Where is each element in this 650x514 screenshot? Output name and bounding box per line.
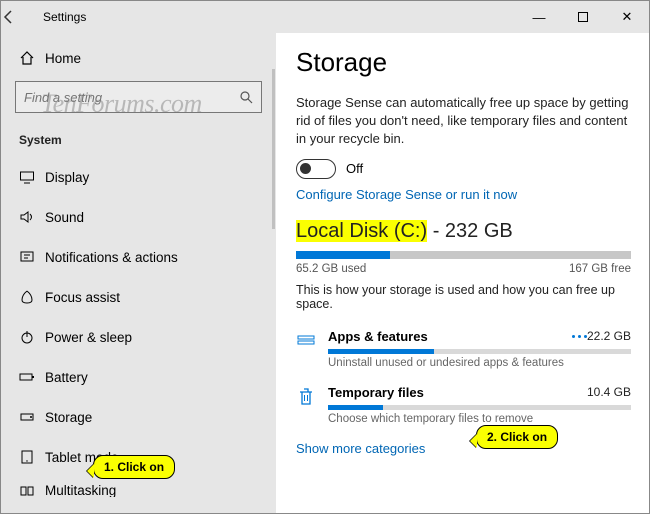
tablet-icon <box>19 449 45 465</box>
sidebar-home-label: Home <box>45 51 81 66</box>
sidebar-item-sound[interactable]: Sound <box>1 197 276 237</box>
sidebar-item-storage[interactable]: Storage <box>1 397 276 437</box>
category-hint: Uninstall unused or undesired apps & fea… <box>328 357 631 369</box>
loading-indicator <box>572 335 587 338</box>
sidebar-item-battery[interactable]: Battery <box>1 357 276 397</box>
notifications-icon <box>19 249 45 265</box>
power-icon <box>19 329 45 345</box>
disk-usage-fill <box>296 251 390 259</box>
sidebar-item-display[interactable]: Display <box>1 157 276 197</box>
disk-used-label: 65.2 GB used <box>296 263 366 275</box>
storage-sense-description: Storage Sense can automatically free up … <box>296 94 631 149</box>
trash-icon <box>296 385 328 407</box>
toggle-label: Off <box>346 161 363 176</box>
disk-total: 232 GB <box>445 220 513 242</box>
sidebar-item-label: Multitasking <box>45 483 116 497</box>
sound-icon <box>19 209 45 225</box>
close-button[interactable]: ✕ <box>605 1 649 33</box>
sidebar: Home System Display Sound Notifications … <box>1 33 276 513</box>
category-hint: Choose which temporary files to remove <box>328 413 631 425</box>
sidebar-item-power-sleep[interactable]: Power & sleep <box>1 317 276 357</box>
maximize-button[interactable] <box>561 1 605 33</box>
search-input[interactable] <box>24 90 239 105</box>
category-apps-features[interactable]: Apps & features 22.2 GB Uninstall unused… <box>296 323 631 379</box>
storage-sense-toggle[interactable] <box>296 159 336 179</box>
category-bar <box>328 405 631 410</box>
focus-assist-icon <box>19 289 45 305</box>
disk-name: Local Disk (C:) <box>296 220 427 242</box>
annotation-callout-2: 2. Click on <box>476 425 558 449</box>
back-button[interactable] <box>1 9 43 25</box>
sidebar-item-label: Storage <box>45 410 92 425</box>
multitasking-icon <box>19 483 45 497</box>
search-icon <box>239 90 253 104</box>
search-box[interactable] <box>15 81 262 113</box>
category-temporary-files[interactable]: Temporary files 10.4 GB Choose which tem… <box>296 379 631 435</box>
sidebar-item-multitasking[interactable]: Multitasking <box>1 477 276 497</box>
sidebar-home[interactable]: Home <box>1 39 276 77</box>
battery-icon <box>19 369 45 385</box>
sidebar-item-label: Notifications & actions <box>45 250 178 265</box>
category-size: 22.2 GB <box>587 329 631 343</box>
scrollbar-thumb[interactable] <box>272 69 275 229</box>
sidebar-item-label: Display <box>45 170 89 185</box>
disk-separator: - <box>433 220 445 242</box>
disk-usage-bar <box>296 251 631 259</box>
display-icon <box>19 169 45 185</box>
category-bar <box>328 349 631 354</box>
annotation-callout-1: 1. Click on <box>93 455 175 479</box>
sidebar-item-label: Battery <box>45 370 88 385</box>
category-name: Temporary files <box>328 385 587 400</box>
category-name: Apps & features <box>328 329 562 344</box>
sidebar-item-notifications[interactable]: Notifications & actions <box>1 237 276 277</box>
page-heading: Storage <box>296 47 631 78</box>
disk-title: Local Disk (C:) - 232 GB <box>296 220 631 243</box>
titlebar: Settings — ✕ <box>1 1 649 33</box>
window-title: Settings <box>43 10 86 24</box>
minimize-button[interactable]: — <box>517 1 561 33</box>
sidebar-item-label: Focus assist <box>45 290 120 305</box>
usage-description: This is how your storage is used and how… <box>296 283 631 311</box>
storage-icon <box>19 409 45 425</box>
home-icon <box>19 50 45 66</box>
disk-free-label: 167 GB free <box>569 263 631 275</box>
apps-icon <box>296 329 328 351</box>
sidebar-section-label: System <box>1 121 276 157</box>
sidebar-item-label: Power & sleep <box>45 330 132 345</box>
category-size: 10.4 GB <box>587 385 631 399</box>
configure-storage-sense-link[interactable]: Configure Storage Sense or run it now <box>296 187 631 202</box>
sidebar-item-focus-assist[interactable]: Focus assist <box>1 277 276 317</box>
sidebar-item-label: Sound <box>45 210 84 225</box>
